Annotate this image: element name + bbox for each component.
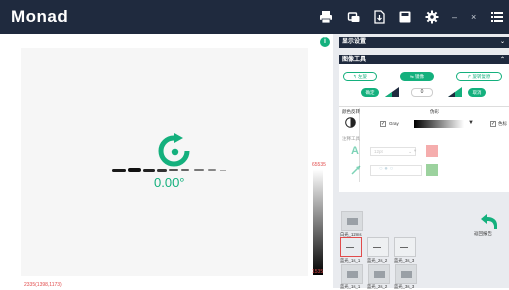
- font-dropdown-icon[interactable]: ▾: [414, 148, 416, 154]
- thumbnail-caption: 蓝光_1s_1: [340, 284, 361, 289]
- mirror-button[interactable]: ⇋ 镜像: [400, 72, 434, 81]
- line-style-dots: ○ ● ○: [379, 166, 394, 172]
- gear-icon[interactable]: [425, 10, 439, 24]
- thumbnail-image: [347, 271, 358, 278]
- intensity-scale-bar: [313, 169, 323, 275]
- thumbnail-white[interactable]: [341, 211, 363, 231]
- gray-colormap: [414, 120, 464, 128]
- chevron-down-icon: ⌄: [499, 39, 505, 45]
- divider: [339, 106, 509, 107]
- display-settings-title: 显示设置: [342, 39, 367, 45]
- export-icon[interactable]: [372, 10, 386, 24]
- thumbnail-blue-1b[interactable]: [341, 264, 363, 284]
- thumbnail-blue-2b[interactable]: [368, 264, 390, 284]
- thumbnail-blue-2[interactable]: [367, 237, 389, 257]
- color-scale-label: 色标: [498, 121, 507, 126]
- invert-toggle-icon[interactable]: [345, 117, 356, 128]
- save-icon[interactable]: [398, 10, 412, 24]
- color-checkbox[interactable]: ✓: [490, 121, 496, 127]
- rotation-angle: 0.00°: [154, 175, 185, 190]
- app-logo: Monad: [11, 7, 69, 26]
- rotate-reset-button[interactable]: ↱ 旋转复原: [456, 72, 502, 81]
- back-arrow-icon[interactable]: [480, 212, 498, 230]
- close-icon[interactable]: ×: [471, 10, 485, 24]
- thumbnail-blue-1[interactable]: [340, 237, 362, 257]
- rotate-left-button[interactable]: ↰ 左旋: [343, 72, 377, 81]
- image-tools-panel: [339, 64, 509, 192]
- thumbnail-image: [373, 247, 381, 248]
- thumbnail-image: [401, 271, 412, 278]
- angle-input[interactable]: 0: [411, 88, 433, 97]
- arrow-color-swatch[interactable]: [426, 164, 438, 176]
- info-icon[interactable]: i: [320, 37, 330, 47]
- thumbnail-blue-3[interactable]: [394, 237, 416, 257]
- title-bar: Monad – ×: [0, 0, 509, 34]
- thumbnail-caption: 蓝光_3s_3: [394, 284, 415, 289]
- minimize-icon[interactable]: –: [452, 10, 466, 24]
- thumbnail-image: [347, 218, 358, 225]
- gray-checkbox[interactable]: ✓: [380, 121, 386, 127]
- confirm-button[interactable]: 确定: [361, 88, 379, 97]
- thumbnail-image: [374, 271, 385, 278]
- copy-icon[interactable]: [347, 10, 361, 24]
- gray-label: Gray: [389, 121, 399, 126]
- thumbnail-image: [400, 247, 408, 248]
- color-invert-label: 颜色反转: [342, 109, 360, 114]
- text-color-swatch[interactable]: [426, 145, 438, 157]
- image-tools-title: 图像工具: [342, 57, 367, 63]
- rotate-icon[interactable]: [155, 133, 193, 169]
- contrast-light-icon[interactable]: [448, 87, 462, 97]
- cursor-coordinates: 2335(1398,1173): [24, 282, 62, 288]
- font-size-select[interactable]: 12pt ⌄: [370, 147, 416, 156]
- thumbnail-blue-3b[interactable]: [395, 264, 417, 284]
- contrast-dark-icon[interactable]: [385, 87, 399, 97]
- display-settings-header[interactable]: 显示设置 ⌄: [339, 37, 509, 48]
- arrow-annotation-icon[interactable]: [350, 164, 362, 176]
- chevron-down-icon: ⌄: [408, 149, 412, 154]
- colormap-dropdown-icon[interactable]: ▼: [468, 120, 474, 126]
- menu-list-icon[interactable]: [490, 10, 504, 24]
- thumbnail-image: [346, 247, 354, 248]
- scale-max-value: 65535: [312, 162, 326, 168]
- cancel-button[interactable]: 取消: [468, 88, 486, 97]
- back-to-report-label[interactable]: 返回报告: [474, 231, 492, 237]
- text-annotation-icon[interactable]: A: [351, 145, 359, 157]
- thumbnail-caption: 蓝光_2s_2: [367, 284, 388, 289]
- font-size-value: 12pt: [374, 149, 383, 154]
- annotation-tools-label: 注释工具: [342, 136, 360, 141]
- line-style-select[interactable]: ○ ● ○: [370, 165, 422, 176]
- pseudocolor-label: 伪彩: [430, 109, 439, 114]
- printer-icon[interactable]: [319, 10, 333, 24]
- scale-min-value: 1535: [312, 269, 324, 275]
